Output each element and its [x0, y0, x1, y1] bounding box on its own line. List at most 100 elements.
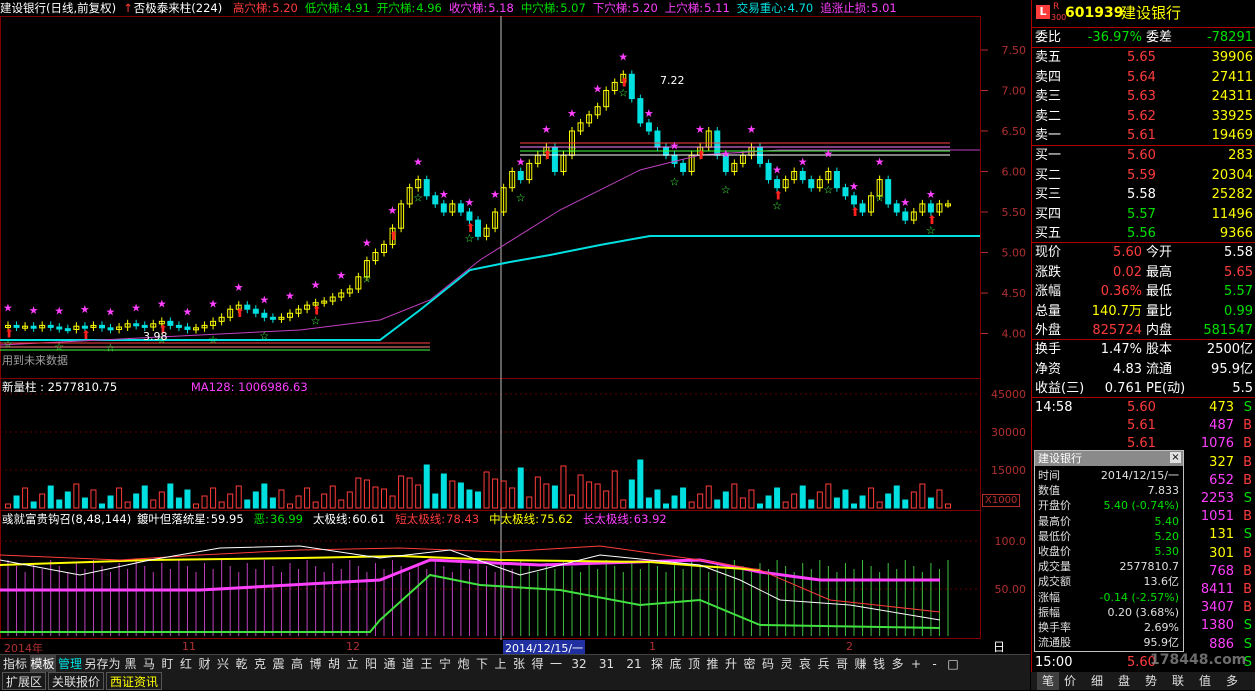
- template-tab[interactable]: 下: [474, 655, 491, 673]
- template-tab[interactable]: 阳: [363, 655, 380, 673]
- template-tab[interactable]: 哀: [797, 655, 814, 673]
- template-tab[interactable]: 宁: [437, 655, 454, 673]
- bid-row[interactable]: 买四 5.57 11496: [1032, 205, 1255, 224]
- template-tab[interactable]: 立: [344, 655, 361, 673]
- volume-bar: [765, 495, 772, 509]
- template-tab[interactable]: 21: [621, 655, 647, 673]
- volume-bar: [919, 483, 926, 509]
- template-tab[interactable]: 一: [548, 655, 565, 673]
- volume-bar: [791, 493, 798, 509]
- fundamental-row[interactable]: 收益(三) 0.761 PE(动) 5.5: [1032, 379, 1255, 398]
- template-tab[interactable]: 红: [178, 655, 195, 673]
- tick-row[interactable]: 14:58 5.60 473 S: [1032, 399, 1255, 417]
- template-tab[interactable]: 博: [307, 655, 324, 673]
- quote-tab[interactable]: 多: [1226, 672, 1238, 690]
- data-window-popup[interactable]: 建设银行 × 时间 2014/12/15/一 数值 7.833 开盘价 5.40 (-0.7…: [1034, 450, 1184, 652]
- fundamental-row[interactable]: 换手 1.47% 股本 2500亿: [1032, 340, 1255, 359]
- volume-bar: [107, 495, 114, 509]
- template-tab[interactable]: 钱: [871, 655, 888, 673]
- popup-key: 成交量: [1038, 560, 1071, 574]
- template-tab[interactable]: 克: [252, 655, 269, 673]
- template-tab[interactable]: 探: [649, 655, 666, 673]
- template-tab[interactable]: 管理: [57, 655, 83, 673]
- volume-bar: [338, 499, 345, 509]
- quote-tab[interactable]: 势: [1145, 672, 1157, 690]
- template-tab[interactable]: 黑: [122, 655, 139, 673]
- template-tab[interactable]: 码: [760, 655, 777, 673]
- template-tab[interactable]: 得: [529, 655, 546, 673]
- ask-row[interactable]: 卖二 5.62 33925: [1032, 107, 1255, 126]
- extension-tab[interactable]: 西证资讯: [106, 672, 162, 690]
- template-tab[interactable]: 31: [594, 655, 620, 673]
- template-tab[interactable]: 哥: [834, 655, 851, 673]
- template-tab[interactable]: 王: [418, 655, 435, 673]
- quote-tab[interactable]: 盘: [1118, 672, 1130, 690]
- template-tab[interactable]: 顶: [686, 655, 703, 673]
- template-tab[interactable]: 震: [270, 655, 287, 673]
- ask-row[interactable]: 卖五 5.65 39906: [1032, 48, 1255, 67]
- template-tab[interactable]: 道: [400, 655, 417, 673]
- template-tab[interactable]: 胡: [326, 655, 343, 673]
- quote-tab[interactable]: 价: [1064, 672, 1076, 690]
- header-item: 中穴梯:: [520, 1, 560, 15]
- template-tab[interactable]: 财: [196, 655, 213, 673]
- indicator2-axis-label: 100.0: [995, 535, 1027, 548]
- quote-tab[interactable]: 笔: [1037, 672, 1060, 690]
- stat-row[interactable]: 外盘 825724 内盘 581547: [1032, 321, 1255, 340]
- bid-row[interactable]: 买二 5.59 20304: [1032, 166, 1255, 185]
- quote-tab[interactable]: 值: [1199, 672, 1211, 690]
- ask-label: 卖五: [1035, 50, 1062, 65]
- template-tab[interactable]: 盯: [159, 655, 176, 673]
- template-tab[interactable]: 模板: [29, 655, 56, 673]
- candle-body: [30, 325, 37, 329]
- stat-label: 最低: [1146, 284, 1173, 299]
- template-tab[interactable]: 推: [704, 655, 721, 673]
- template-tab[interactable]: 灵: [778, 655, 795, 673]
- chart-area[interactable]: 7.50 7.00 6.50 6.00 5.50 5.00 4.50 4.00 45000 300…: [0, 0, 1030, 671]
- template-tab-bar: 指标 模板 管理 另存为黑马盯红财兴乾克震高博胡立阳通道王宁炮下上张得一 32 31 21 探…: [0, 654, 1030, 673]
- template-tab[interactable]: -: [926, 655, 943, 673]
- ask-row[interactable]: 卖一 5.61 19469: [1032, 126, 1255, 145]
- popup-title-bar[interactable]: 建设银行 ×: [1035, 451, 1183, 466]
- template-tab[interactable]: 赚: [852, 655, 869, 673]
- bid-row[interactable]: 买五 5.56 9366: [1032, 224, 1255, 243]
- template-tab[interactable]: 炮: [455, 655, 472, 673]
- stat-row[interactable]: 总量 140.7万 量比 0.99: [1032, 302, 1255, 321]
- close-icon[interactable]: ×: [1170, 452, 1181, 463]
- stat-row[interactable]: 涨幅 0.36% 最低 5.57: [1032, 282, 1255, 301]
- template-tab[interactable]: 密: [741, 655, 758, 673]
- template-tab[interactable]: 32: [566, 655, 592, 673]
- fundamental-row[interactable]: 净资 4.83 流通 95.9亿: [1032, 360, 1255, 379]
- quote-tab[interactable]: 联: [1172, 672, 1184, 690]
- stat-row[interactable]: 现价 5.60 今开 5.58: [1032, 243, 1255, 262]
- template-tab[interactable]: 升: [723, 655, 740, 673]
- ask-row[interactable]: 卖三 5.63 24311: [1032, 87, 1255, 106]
- template-tab[interactable]: 高: [289, 655, 306, 673]
- template-tab[interactable]: 上: [492, 655, 509, 673]
- bid-row[interactable]: 买一 5.60 283: [1032, 146, 1255, 165]
- template-tab[interactable]: 兴: [215, 655, 232, 673]
- template-tab[interactable]: 张: [511, 655, 528, 673]
- ask-row[interactable]: 卖四 5.64 27411: [1032, 68, 1255, 87]
- template-tab[interactable]: +: [908, 655, 925, 673]
- quote-tab[interactable]: 细: [1091, 672, 1103, 690]
- volume-bar: [406, 477, 413, 509]
- stat-row[interactable]: 涨跌 0.02 最高 5.65: [1032, 263, 1255, 282]
- chart-canvas[interactable]: 7.50 7.00 6.50 6.00 5.50 5.00 4.50 4.00 45000 300…: [0, 0, 1030, 655]
- template-tab[interactable]: 指标: [2, 655, 28, 673]
- star-marker: ☆: [721, 184, 731, 197]
- extension-tab[interactable]: 关联报价: [48, 672, 104, 690]
- template-tab[interactable]: 另存为: [85, 655, 121, 673]
- extension-tab[interactable]: 扩展区: [2, 672, 46, 690]
- popup-row: 成交量 2577810.7: [1035, 559, 1183, 574]
- template-tab[interactable]: 底: [667, 655, 684, 673]
- template-tab[interactable]: 马: [141, 655, 158, 673]
- bid-row[interactable]: 买三 5.58 25282: [1032, 185, 1255, 204]
- price-axis-label: 6.50: [1002, 125, 1027, 138]
- template-tab[interactable]: □: [945, 655, 962, 673]
- tick-row[interactable]: 5.61 487 B: [1032, 417, 1255, 435]
- template-tab[interactable]: 多: [889, 655, 906, 673]
- template-tab[interactable]: 兵: [815, 655, 832, 673]
- template-tab[interactable]: 通: [381, 655, 398, 673]
- template-tab[interactable]: 乾: [233, 655, 250, 673]
